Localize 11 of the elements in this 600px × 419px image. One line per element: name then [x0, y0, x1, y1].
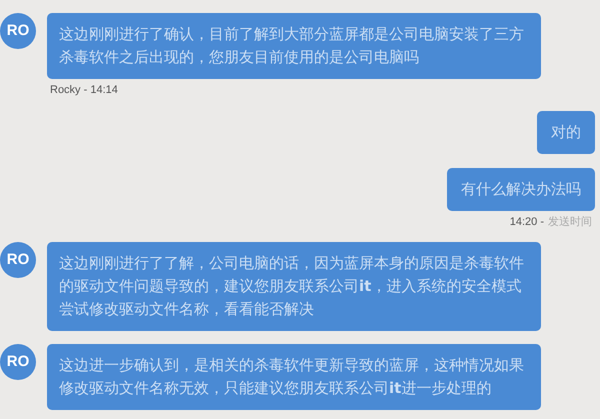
avatar: RO: [0, 344, 36, 380]
message-time: Rocky - 14:14: [50, 84, 118, 97]
message-bubble: 对的: [537, 111, 595, 154]
message-status: 发送时间: [548, 216, 592, 229]
message-bubble: 这边进一步确认到，是相关的杀毒软件更新导致的蓝屏，这种情况如果修改驱动文件名称无效，只能建议您朋友联系公司it进一步处理的: [47, 344, 541, 410]
avatar: RO: [0, 13, 36, 49]
message-bubble: 这边刚刚进行了了解，公司电脑的话，因为蓝屏本身的原因是杀毒软件的驱动文件问题导致的，建议您朋友联系公司it，进入系统的安全模式尝试修改驱动文件名称，看看能否解决: [47, 242, 541, 331]
message-time: 14:20 -: [510, 216, 544, 229]
message-bubble: 这边刚刚进行了确认，目前了解到大部分蓝屏都是公司电脑安装了三方杀毒软件之后出现的，您朋友目前使用的是公司电脑吗: [47, 13, 541, 79]
message-bubble: 有什么解决办法吗: [447, 168, 595, 211]
avatar: RO: [0, 242, 36, 278]
